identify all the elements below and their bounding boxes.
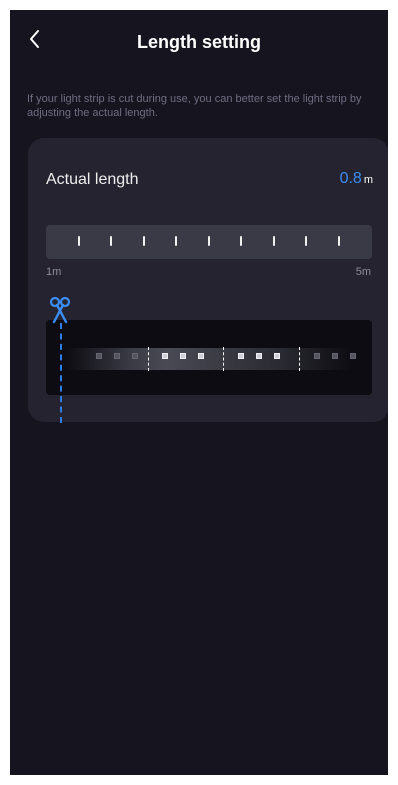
segment-divider [148,347,149,371]
led [238,353,244,359]
ruler-max-label: 5m [355,266,371,278]
app-screen: Length setting If your light strip is cu… [10,10,388,775]
led [332,353,338,359]
ruler-tick [305,236,307,246]
page-title: Length setting [137,32,261,52]
ruler-tick [78,236,80,246]
ruler-tick [175,236,177,246]
ruler-min-label: 1m [46,266,62,278]
ruler-tick [208,236,210,246]
led [198,353,204,359]
led [162,353,168,359]
ruler-tick [240,236,242,246]
cut-line [60,323,62,423]
scissors-icon [49,296,71,324]
led [274,353,280,359]
segment-divider [223,347,224,371]
scissors-handle[interactable] [48,296,72,324]
led [180,353,186,359]
ruler-tick [273,236,275,246]
length-value-display: 0.8 m [340,170,373,188]
led [256,353,262,359]
length-card: Actual length 0.8 m 1m 5m [28,138,388,423]
led [314,353,320,359]
header: Length setting [10,10,388,76]
length-ruler-slider[interactable] [46,225,372,259]
length-unit: m [363,174,373,186]
ruler-tick [110,236,112,246]
ruler-tick [338,236,340,246]
segment-divider [299,347,300,371]
length-label: Actual length [46,171,139,188]
hint-text: If your light strip is cut during use, y… [27,93,362,119]
led [114,353,120,359]
light-strip-preview [46,320,372,395]
light-strip-body [66,348,352,370]
length-value: 0.8 [339,170,362,187]
led [96,353,102,359]
led [350,353,356,359]
ruler-tick [143,236,145,246]
led [132,353,138,359]
